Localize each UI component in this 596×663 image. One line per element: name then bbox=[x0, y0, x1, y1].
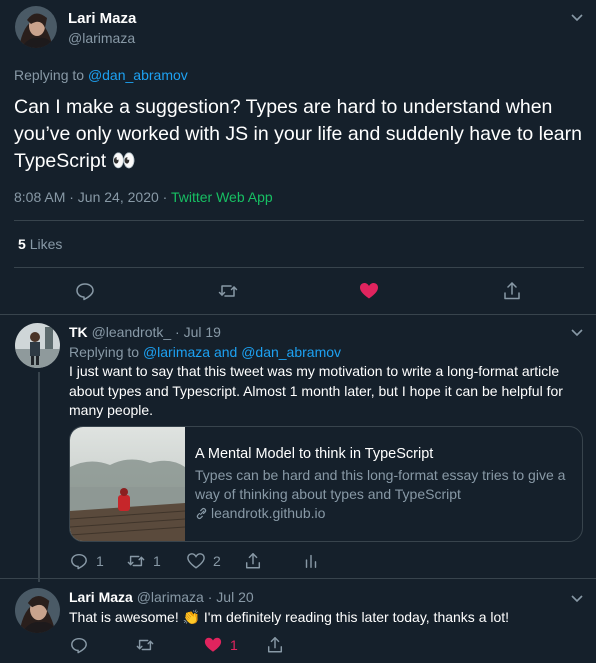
author-name[interactable]: Lari Maza bbox=[68, 10, 136, 27]
avatar-lari-main[interactable] bbox=[15, 6, 57, 48]
retweet-icon bbox=[218, 285, 238, 297]
analytics-button[interactable] bbox=[302, 552, 320, 570]
header-dot: · bbox=[175, 324, 180, 340]
tweet-text: Can I make a suggestion? Types are hard … bbox=[14, 96, 582, 172]
mention-link[interactable]: @dan_abramov bbox=[88, 67, 188, 83]
share-button[interactable] bbox=[502, 281, 522, 301]
replying-label: Replying to bbox=[69, 344, 140, 360]
share-icon bbox=[267, 637, 283, 653]
link-preview-card[interactable]: A Mental Model to think in TypeScript Ty… bbox=[69, 426, 583, 542]
meta-dot: · bbox=[162, 189, 168, 205]
reply-header: Lari Maza @larimaza · Jul 20 bbox=[69, 589, 254, 605]
retweet-icon bbox=[127, 555, 145, 567]
share-button[interactable] bbox=[266, 636, 284, 654]
card-description: Types can be hard and this long-format e… bbox=[195, 467, 566, 502]
heart-icon bbox=[360, 283, 378, 299]
card-domain-text: leandrotk.github.io bbox=[211, 505, 326, 521]
tweet-timestamp[interactable]: 8:08 AM · Jun 24, 2020 bbox=[14, 189, 159, 205]
mention-link[interactable]: @dan_abramov bbox=[241, 344, 341, 360]
likes-count: 5 bbox=[18, 236, 26, 252]
like-button[interactable]: 2 bbox=[187, 552, 221, 570]
tweet-date[interactable]: Jul 19 bbox=[184, 324, 221, 340]
author-handle[interactable]: @leandrotk_ bbox=[92, 324, 172, 340]
tweet-date[interactable]: Jul 20 bbox=[216, 589, 253, 605]
like-button[interactable]: 1 bbox=[204, 636, 238, 654]
reply-button[interactable] bbox=[75, 281, 95, 301]
like-count: 2 bbox=[213, 553, 221, 569]
retweet-button[interactable]: 1 bbox=[127, 552, 161, 570]
avatar-lari-reply[interactable] bbox=[15, 588, 60, 633]
link-icon bbox=[196, 508, 207, 519]
thread-line bbox=[38, 372, 40, 582]
share-button[interactable] bbox=[244, 552, 262, 570]
likes-summary[interactable]: 5 Likes bbox=[18, 236, 62, 252]
tweet-text: That is awesome! 👏 I'm definitely readin… bbox=[69, 609, 510, 625]
tweet-meta: 8:08 AM · Jun 24, 2020 · Twitter Web App bbox=[14, 189, 273, 205]
heart-icon bbox=[204, 637, 222, 652]
card-body: A Mental Model to think in TypeScript Ty… bbox=[195, 445, 575, 523]
tweet-text: I just want to say that this tweet was m… bbox=[69, 363, 563, 418]
retweet-button[interactable] bbox=[136, 636, 154, 654]
reply-icon bbox=[71, 637, 87, 654]
divider bbox=[0, 314, 596, 315]
reply-button[interactable]: 1 bbox=[70, 552, 104, 570]
chevron-down-icon[interactable] bbox=[569, 590, 585, 606]
analytics-icon bbox=[305, 554, 317, 569]
card-domain: leandrotk.github.io bbox=[195, 504, 575, 523]
divider bbox=[14, 267, 584, 268]
author-handle[interactable]: @larimaza bbox=[137, 589, 204, 605]
chevron-down-icon[interactable] bbox=[569, 9, 585, 25]
reply-count: 1 bbox=[96, 553, 104, 569]
and-label: and bbox=[213, 344, 238, 360]
reply-icon bbox=[71, 553, 87, 570]
reply-button[interactable] bbox=[70, 636, 88, 654]
reply-header: TK @leandrotk_ · Jul 19 bbox=[69, 324, 221, 340]
replying-label: Replying to bbox=[14, 67, 85, 83]
mention-link[interactable]: @larimaza bbox=[143, 344, 210, 360]
card-image bbox=[70, 427, 186, 541]
replying-to: Replying to @larimaza and @dan_abramov bbox=[69, 344, 341, 360]
retweet-count: 1 bbox=[153, 553, 161, 569]
reply-icon bbox=[76, 283, 94, 301]
tweet-source[interactable]: Twitter Web App bbox=[171, 189, 273, 205]
likes-label: Likes bbox=[29, 236, 63, 252]
retweet-icon bbox=[136, 639, 154, 651]
like-count: 1 bbox=[230, 637, 238, 653]
header-dot: · bbox=[207, 589, 213, 605]
avatar-tk[interactable] bbox=[15, 323, 60, 368]
share-icon bbox=[504, 282, 520, 300]
card-title: A Mental Model to think in TypeScript bbox=[195, 446, 434, 462]
author-name[interactable]: TK bbox=[69, 324, 88, 340]
retweet-button[interactable] bbox=[218, 281, 238, 301]
heart-icon bbox=[187, 553, 205, 569]
replying-to: Replying to @dan_abramov bbox=[14, 67, 188, 83]
share-icon bbox=[245, 553, 261, 569]
chevron-down-icon[interactable] bbox=[569, 324, 585, 340]
author-name[interactable]: Lari Maza bbox=[69, 589, 133, 605]
divider bbox=[14, 220, 584, 221]
divider bbox=[0, 578, 596, 579]
like-button[interactable] bbox=[359, 281, 379, 301]
author-handle[interactable]: @larimaza bbox=[68, 30, 135, 46]
